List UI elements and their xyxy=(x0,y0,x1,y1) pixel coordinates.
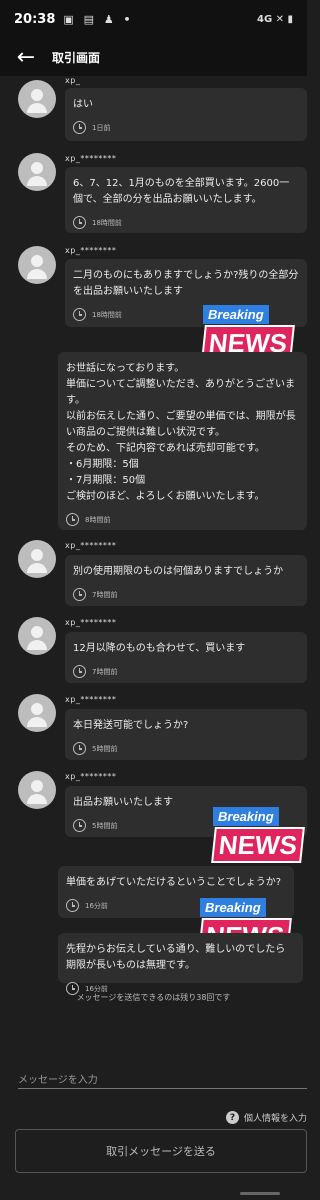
sticker-breaking-text: Breaking xyxy=(203,305,269,324)
navigation-bar xyxy=(0,1188,307,1200)
time-label: 16分前 xyxy=(85,901,108,910)
message-time: 8時間前 xyxy=(66,513,299,526)
message-bubble: はい 1日前 xyxy=(65,88,307,141)
sender-name: xp_ xyxy=(65,76,81,85)
clock-icon xyxy=(73,308,86,321)
avatar[interactable] xyxy=(18,617,56,655)
avatar[interactable] xyxy=(18,694,56,732)
avatar[interactable] xyxy=(18,80,56,118)
message-time: 7時間前 xyxy=(73,665,299,678)
message-text: 別の使用期限のものは何個ありますでしょうか xyxy=(73,566,284,577)
message-text: 12月以降のものも合わせて、買います xyxy=(73,643,246,654)
clock-icon xyxy=(66,899,79,912)
time-label: 7時間前 xyxy=(92,667,118,676)
sticker-breaking-text: Breaking xyxy=(213,807,279,826)
message-text: 6、7、12、1月のものを全部買います。2600一個で、全部の分を出品お願いいた… xyxy=(73,178,290,205)
avatar[interactable] xyxy=(18,771,56,809)
message-input[interactable]: メッセージを入力 xyxy=(18,1067,307,1089)
message-text: 二月のものにもありますでしょうか?残りの全部分を出品お願いいたします xyxy=(73,270,299,297)
privacy-label: 個人情報を入力 xyxy=(243,1114,307,1124)
avatar[interactable] xyxy=(18,153,56,191)
message-bubble: お世話になっております。 単価についてご調整いただき、ありがとうございます。 以… xyxy=(58,352,307,530)
clock-icon xyxy=(73,742,86,755)
clock-icon xyxy=(66,513,79,526)
message-bubble: 先程からお伝えしている通り、難しいのでしたら期限が長いものは無理です。 16分前 xyxy=(58,933,303,995)
message-time: 1日前 xyxy=(73,121,299,134)
send-message-button[interactable]: 取引メッセージを送る xyxy=(15,1129,307,1173)
sender-name: xp_******** xyxy=(65,246,117,255)
question-icon: ? xyxy=(225,1111,239,1124)
time-label: 5時間前 xyxy=(92,821,118,830)
clock-icon xyxy=(73,216,86,229)
message-text: 単価をあげていただけるということでしょうか? xyxy=(66,877,282,888)
notification-icons: ▣ ▤ ♟ • xyxy=(63,12,134,26)
signal-battery-icons: 4G ✕ ▮ xyxy=(256,13,293,25)
avatar[interactable] xyxy=(18,540,56,578)
time-label: 18時間前 xyxy=(92,218,122,227)
message-text: はい xyxy=(73,99,93,110)
avatar[interactable] xyxy=(18,246,56,284)
message-bubble: 本日発送可能でしょうか? 5時間前 xyxy=(65,709,307,760)
time-label: 7時間前 xyxy=(92,590,118,599)
breaking-news-sticker: Breaking NEWS xyxy=(211,806,305,863)
sender-name: xp_******** xyxy=(65,695,117,704)
message-text: 本日発送可能でしょうか? xyxy=(73,720,189,731)
time-label: 1日前 xyxy=(92,123,111,132)
clock-icon xyxy=(73,588,86,601)
sender-name: xp_******** xyxy=(65,154,117,163)
time-label: 5時間前 xyxy=(92,744,118,753)
clock-icon xyxy=(73,819,86,832)
message-bubble: 6、7、12、1月のものを全部買います。2600一個で、全部の分を出品お願いいた… xyxy=(65,167,307,233)
privacy-help[interactable]: ? 個人情報を入力 xyxy=(225,1111,307,1124)
sender-name: xp_******** xyxy=(65,772,117,781)
message-bubble: 12月以降のものも合わせて、買います 7時間前 xyxy=(65,632,307,683)
time-label: 8時間前 xyxy=(85,515,111,524)
message-time: 5時間前 xyxy=(73,742,299,755)
sender-name: xp_******** xyxy=(65,618,117,627)
clock-icon xyxy=(73,121,86,134)
message-text: 先程からお伝えしている通り、難しいのでしたら期限が長いものは無理です。 xyxy=(66,944,286,971)
home-indicator[interactable] xyxy=(240,1192,280,1195)
message-bubble: 別の使用期限のものは何個ありますでしょうか 7時間前 xyxy=(65,555,307,606)
sticker-breaking-text: Breaking xyxy=(200,898,266,917)
time-label: 18時間前 xyxy=(92,310,122,319)
status-bar: 20:38 ▣ ▤ ♟ • 4G ✕ ▮ xyxy=(0,0,307,38)
back-arrow-icon[interactable]: ← xyxy=(0,38,52,76)
message-text: お世話になっております。 単価についてご調整いただき、ありがとうございます。 以… xyxy=(66,363,296,502)
status-time: 20:38 xyxy=(14,11,56,27)
sender-name: xp_******** xyxy=(65,541,117,550)
clock-icon xyxy=(73,665,86,678)
app-bar: ← 取引画面 xyxy=(0,38,307,76)
page-title: 取引画面 xyxy=(52,50,101,65)
sticker-news-text: NEWS xyxy=(211,827,305,863)
remaining-messages-notice: メッセージを送信できるのは残り38回です xyxy=(76,993,231,1002)
message-time: 18時間前 xyxy=(73,216,299,229)
message-time: 7時間前 xyxy=(73,588,299,601)
